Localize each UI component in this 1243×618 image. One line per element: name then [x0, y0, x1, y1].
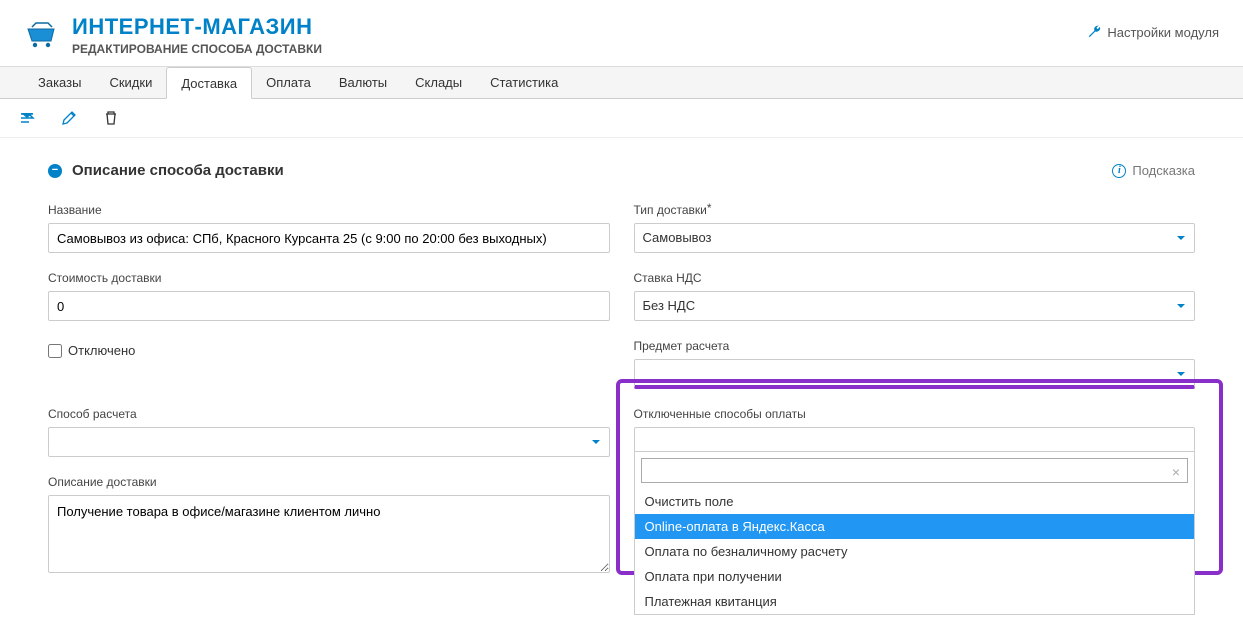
dropdown-option-2[interactable]: Оплата при получении [635, 564, 1195, 589]
form-content: − Описание способа доставки i Подсказка … [0, 138, 1243, 618]
dropdown-search-input[interactable] [641, 458, 1189, 483]
collapse-section-icon[interactable]: − [48, 164, 62, 178]
tab-payment[interactable]: Оплата [252, 67, 325, 98]
dropdown-option-3[interactable]: Платежная квитанция [635, 589, 1195, 614]
tab-warehouses[interactable]: Склады [401, 67, 476, 98]
dropdown-clear-field[interactable]: Очистить поле [635, 489, 1195, 514]
method-select[interactable] [48, 427, 610, 457]
method-label: Способ расчета [48, 407, 610, 421]
page-header: ИНТЕРНЕТ-МАГАЗИН РЕДАКТИРОВАНИЕ СПОСОБА … [0, 0, 1243, 66]
subject-label: Предмет расчета [634, 339, 1196, 353]
type-label: Тип доставки [634, 203, 1196, 217]
disabled-label: Отключено [68, 343, 135, 358]
vat-select[interactable]: Без НДС [634, 291, 1196, 321]
cart-logo-icon [24, 21, 60, 49]
hint-link[interactable]: i Подсказка [1112, 163, 1195, 178]
collapse-all-icon[interactable] [18, 109, 36, 127]
disabled-payments-label: Отключенные способы оплаты [634, 407, 1196, 421]
section-title: Описание способа доставки [72, 162, 284, 179]
desc-textarea[interactable] [48, 495, 610, 573]
name-label: Название [48, 203, 610, 217]
disabled-checkbox[interactable] [48, 344, 62, 358]
wrench-icon [1087, 24, 1101, 41]
main-tabs: Заказы Скидки Доставка Оплата Валюты Скл… [0, 66, 1243, 99]
app-subtitle: РЕДАКТИРОВАНИЕ СПОСОБА ДОСТАВКИ [72, 42, 322, 56]
name-input[interactable] [48, 223, 610, 253]
edit-icon[interactable] [60, 109, 78, 127]
module-settings-link[interactable]: Настройки модуля [1087, 24, 1219, 41]
dropdown-option-0[interactable]: Online-оплата в Яндекс.Касса [635, 514, 1195, 539]
clear-input-icon[interactable]: × [1172, 464, 1180, 480]
type-select[interactable]: Самовывоз [634, 223, 1196, 253]
dropdown-panel: × Очистить поле Online-оплата в Яндекс.К… [634, 451, 1196, 615]
cost-input[interactable] [48, 291, 610, 321]
tab-discounts[interactable]: Скидки [95, 67, 166, 98]
toolbar [0, 99, 1243, 138]
info-icon: i [1112, 164, 1126, 178]
desc-label: Описание доставки [48, 475, 610, 489]
dropdown-option-1[interactable]: Оплата по безналичному расчету [635, 539, 1195, 564]
app-title: ИНТЕРНЕТ-МАГАЗИН [72, 14, 322, 40]
tab-currencies[interactable]: Валюты [325, 67, 401, 98]
vat-label: Ставка НДС [634, 271, 1196, 285]
cost-label: Стоимость доставки [48, 271, 610, 285]
tab-delivery[interactable]: Доставка [166, 67, 252, 99]
subject-select[interactable] [634, 359, 1196, 389]
tab-orders[interactable]: Заказы [24, 67, 95, 98]
tab-statistics[interactable]: Статистика [476, 67, 572, 98]
trash-icon[interactable] [102, 109, 120, 127]
